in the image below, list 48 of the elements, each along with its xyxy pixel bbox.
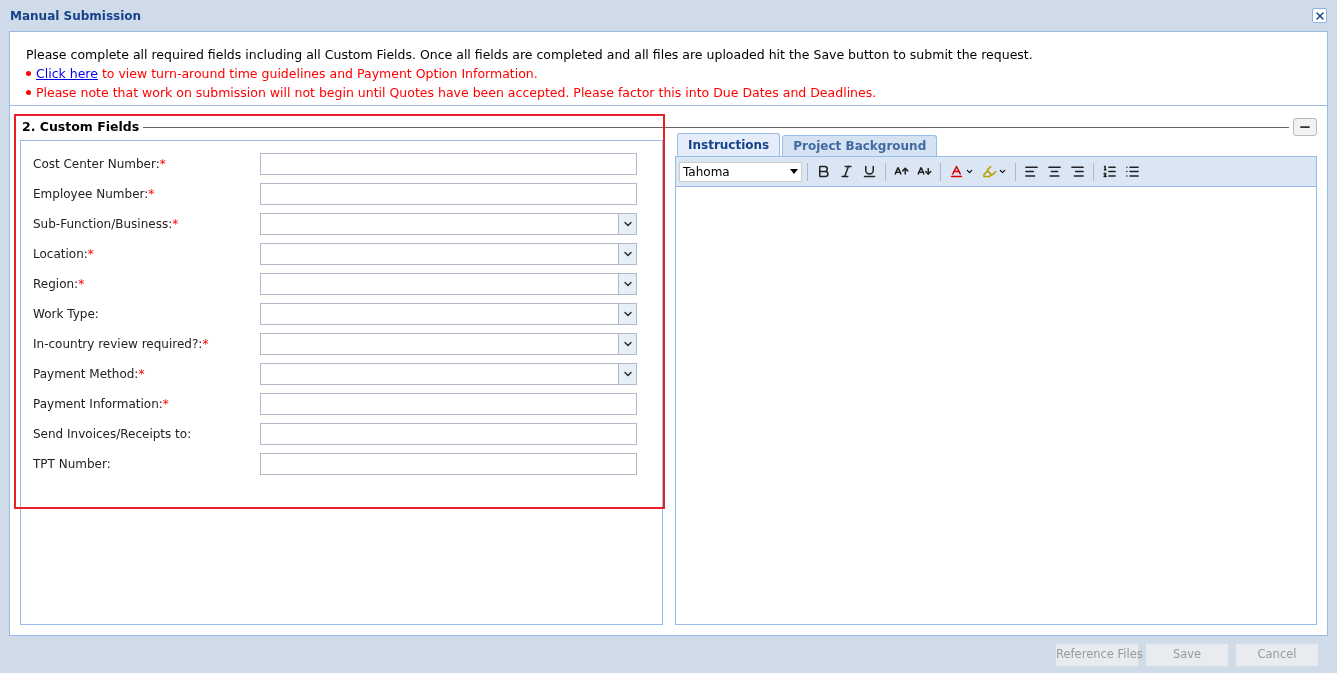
highlight-icon bbox=[982, 164, 997, 179]
bullet-list-icon bbox=[1125, 164, 1140, 179]
field-label: Region:* bbox=[33, 276, 86, 293]
caret-icon bbox=[965, 167, 974, 176]
window-title: Manual Submission bbox=[10, 7, 142, 25]
field-label: Payment Method:* bbox=[33, 366, 146, 383]
field-label: TPT Number: bbox=[33, 456, 112, 473]
dropdown-field[interactable] bbox=[260, 333, 637, 355]
field-label: Payment Information:* bbox=[33, 396, 170, 413]
bold-icon bbox=[816, 164, 831, 179]
section-title: 2. Custom Fields bbox=[22, 117, 140, 136]
close-button[interactable] bbox=[1312, 8, 1327, 23]
text-field[interactable] bbox=[260, 153, 637, 175]
dropdown-field[interactable] bbox=[260, 243, 637, 265]
underline-icon bbox=[862, 164, 877, 179]
note-text: Please note that work on submission will not begin until Quotes have been accepted. Please factor this into Due Dates and Deadlines. bbox=[36, 84, 877, 102]
instructions-text: Please complete all required fields including all Custom Fields. Once all fields are completed and all files are uploaded hit the Save button to submit the request. bbox=[26, 46, 1034, 64]
field-label: In-country review required?:* bbox=[33, 336, 210, 353]
dropdown-field[interactable] bbox=[260, 303, 637, 325]
field-label: Sub-Function/Business:* bbox=[33, 216, 180, 233]
field-label: Send Invoices/Receipts to: bbox=[33, 426, 193, 443]
align-left-icon bbox=[1024, 164, 1039, 179]
text-field[interactable] bbox=[260, 183, 637, 205]
bullet-icon bbox=[26, 90, 31, 95]
text-field[interactable] bbox=[260, 393, 637, 415]
align-center-icon bbox=[1047, 164, 1062, 179]
collapse-button[interactable] bbox=[1293, 118, 1317, 136]
guidelines-link[interactable]: Click here bbox=[36, 66, 98, 81]
field-label: Employee Number:* bbox=[33, 186, 156, 203]
font-color-icon bbox=[949, 164, 964, 179]
align-right-icon bbox=[1070, 164, 1085, 179]
dropdown-field[interactable] bbox=[260, 363, 637, 385]
field-label: Location:* bbox=[33, 246, 95, 263]
italic-icon bbox=[839, 164, 854, 179]
dropdown-field[interactable] bbox=[260, 273, 637, 295]
tab[interactable]: Instructions bbox=[677, 133, 781, 156]
note-text: Click here to view turn-around time guidelines and Payment Option Information. bbox=[36, 65, 538, 83]
caret-icon bbox=[998, 167, 1007, 176]
text-field[interactable] bbox=[260, 423, 637, 445]
tab[interactable]: Project Background bbox=[782, 135, 938, 156]
font-dropdown[interactable]: Tahoma bbox=[679, 161, 802, 182]
dropdown-field[interactable] bbox=[260, 213, 637, 235]
text-field[interactable] bbox=[260, 453, 637, 475]
close-icon bbox=[1313, 9, 1326, 22]
bullet-icon bbox=[26, 71, 31, 76]
field-label: Cost Center Number:* bbox=[33, 156, 167, 173]
field-label: Work Type: bbox=[33, 306, 100, 323]
numbered-list-icon bbox=[1102, 164, 1117, 179]
